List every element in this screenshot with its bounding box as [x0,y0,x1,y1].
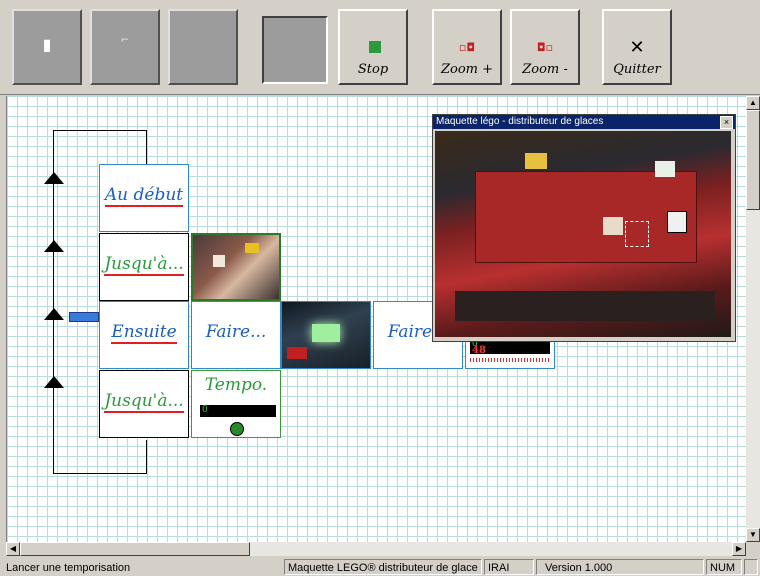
status-version: Version 1.000 [536,559,704,575]
loop-connector-top [146,130,147,164]
document-icon: ▮ [42,35,52,54]
close-icon: ✕ [629,37,645,58]
preview-window[interactable]: Maquette légo - distributeur de glaces × [432,114,736,342]
zoom-in-button[interactable]: ▫◘ Zoom + [432,9,502,85]
stop-button[interactable]: Stop [338,9,408,85]
status-model: Maquette LEGO® distributeur de glace en [284,559,482,575]
horizontal-scrollbar[interactable]: ◀ ▶ [6,542,746,556]
tempo-progress: 0 [200,405,276,417]
toolbar: ▮ ⌐ Stop ▫◘ Zoom + ◘▫ Zoom - ✕ Quitter [0,0,760,95]
block-start[interactable]: Au début [99,164,189,232]
block-until-1[interactable]: Jusqu'à... [99,233,189,301]
scroll-right-icon[interactable]: ▶ [732,542,746,556]
blank-button[interactable] [168,9,238,85]
scroll-up-icon[interactable]: ▲ [746,96,760,110]
zoom-out-icon: ◘▫ [536,41,554,54]
status-bar: Lancer une temporisation Maquette LEGO® … [0,558,760,576]
counter-scale [470,358,550,362]
quit-button[interactable]: ✕ Quitter [602,9,672,85]
loop-line-top [53,130,147,131]
block-then[interactable]: Ensuite [99,301,189,369]
loop-line-bottom [53,473,147,474]
open-button[interactable]: ⌐ [90,9,160,85]
run-button-pressed[interactable] [262,16,328,84]
close-icon[interactable]: × [720,116,733,129]
up-arrow-icon [44,376,64,388]
open-icon: ⌐ [120,35,130,46]
lego-model-photo [435,131,731,337]
vertical-scrollbar[interactable]: ▲ ▼ [746,96,760,542]
scroll-left-icon[interactable]: ◀ [6,542,20,556]
zoom-out-button[interactable]: ◘▫ Zoom - [510,9,580,85]
stop-icon [369,41,381,53]
sensor-photo [191,233,281,301]
horizontal-scroll-thumb[interactable] [20,542,250,556]
vertical-scroll-thumb[interactable] [746,110,760,210]
up-arrow-icon [44,240,64,252]
block-do-1[interactable]: Faire... [191,301,281,369]
block-until-2[interactable]: Jusqu'à... [99,370,189,438]
block-tempo[interactable]: Tempo. 0 [191,370,281,438]
zoom-in-icon: ▫◘ [458,41,476,54]
status-num: NUM [706,559,742,575]
size-grip[interactable] [744,559,758,575]
tempo-led-icon [230,422,244,436]
new-document-button[interactable]: ▮ [12,9,82,85]
status-message: Lancer une temporisation [6,562,131,574]
status-interface: IRAI [484,559,534,575]
up-arrow-icon [44,308,64,320]
scroll-down-icon[interactable]: ▼ [746,528,760,542]
up-arrow-icon [44,172,64,184]
lamp-photo [281,301,371,369]
current-step-arrow-icon [69,312,99,322]
loop-connector-bottom [146,440,147,474]
preview-window-titlebar[interactable]: Maquette légo - distributeur de glaces × [433,115,735,129]
